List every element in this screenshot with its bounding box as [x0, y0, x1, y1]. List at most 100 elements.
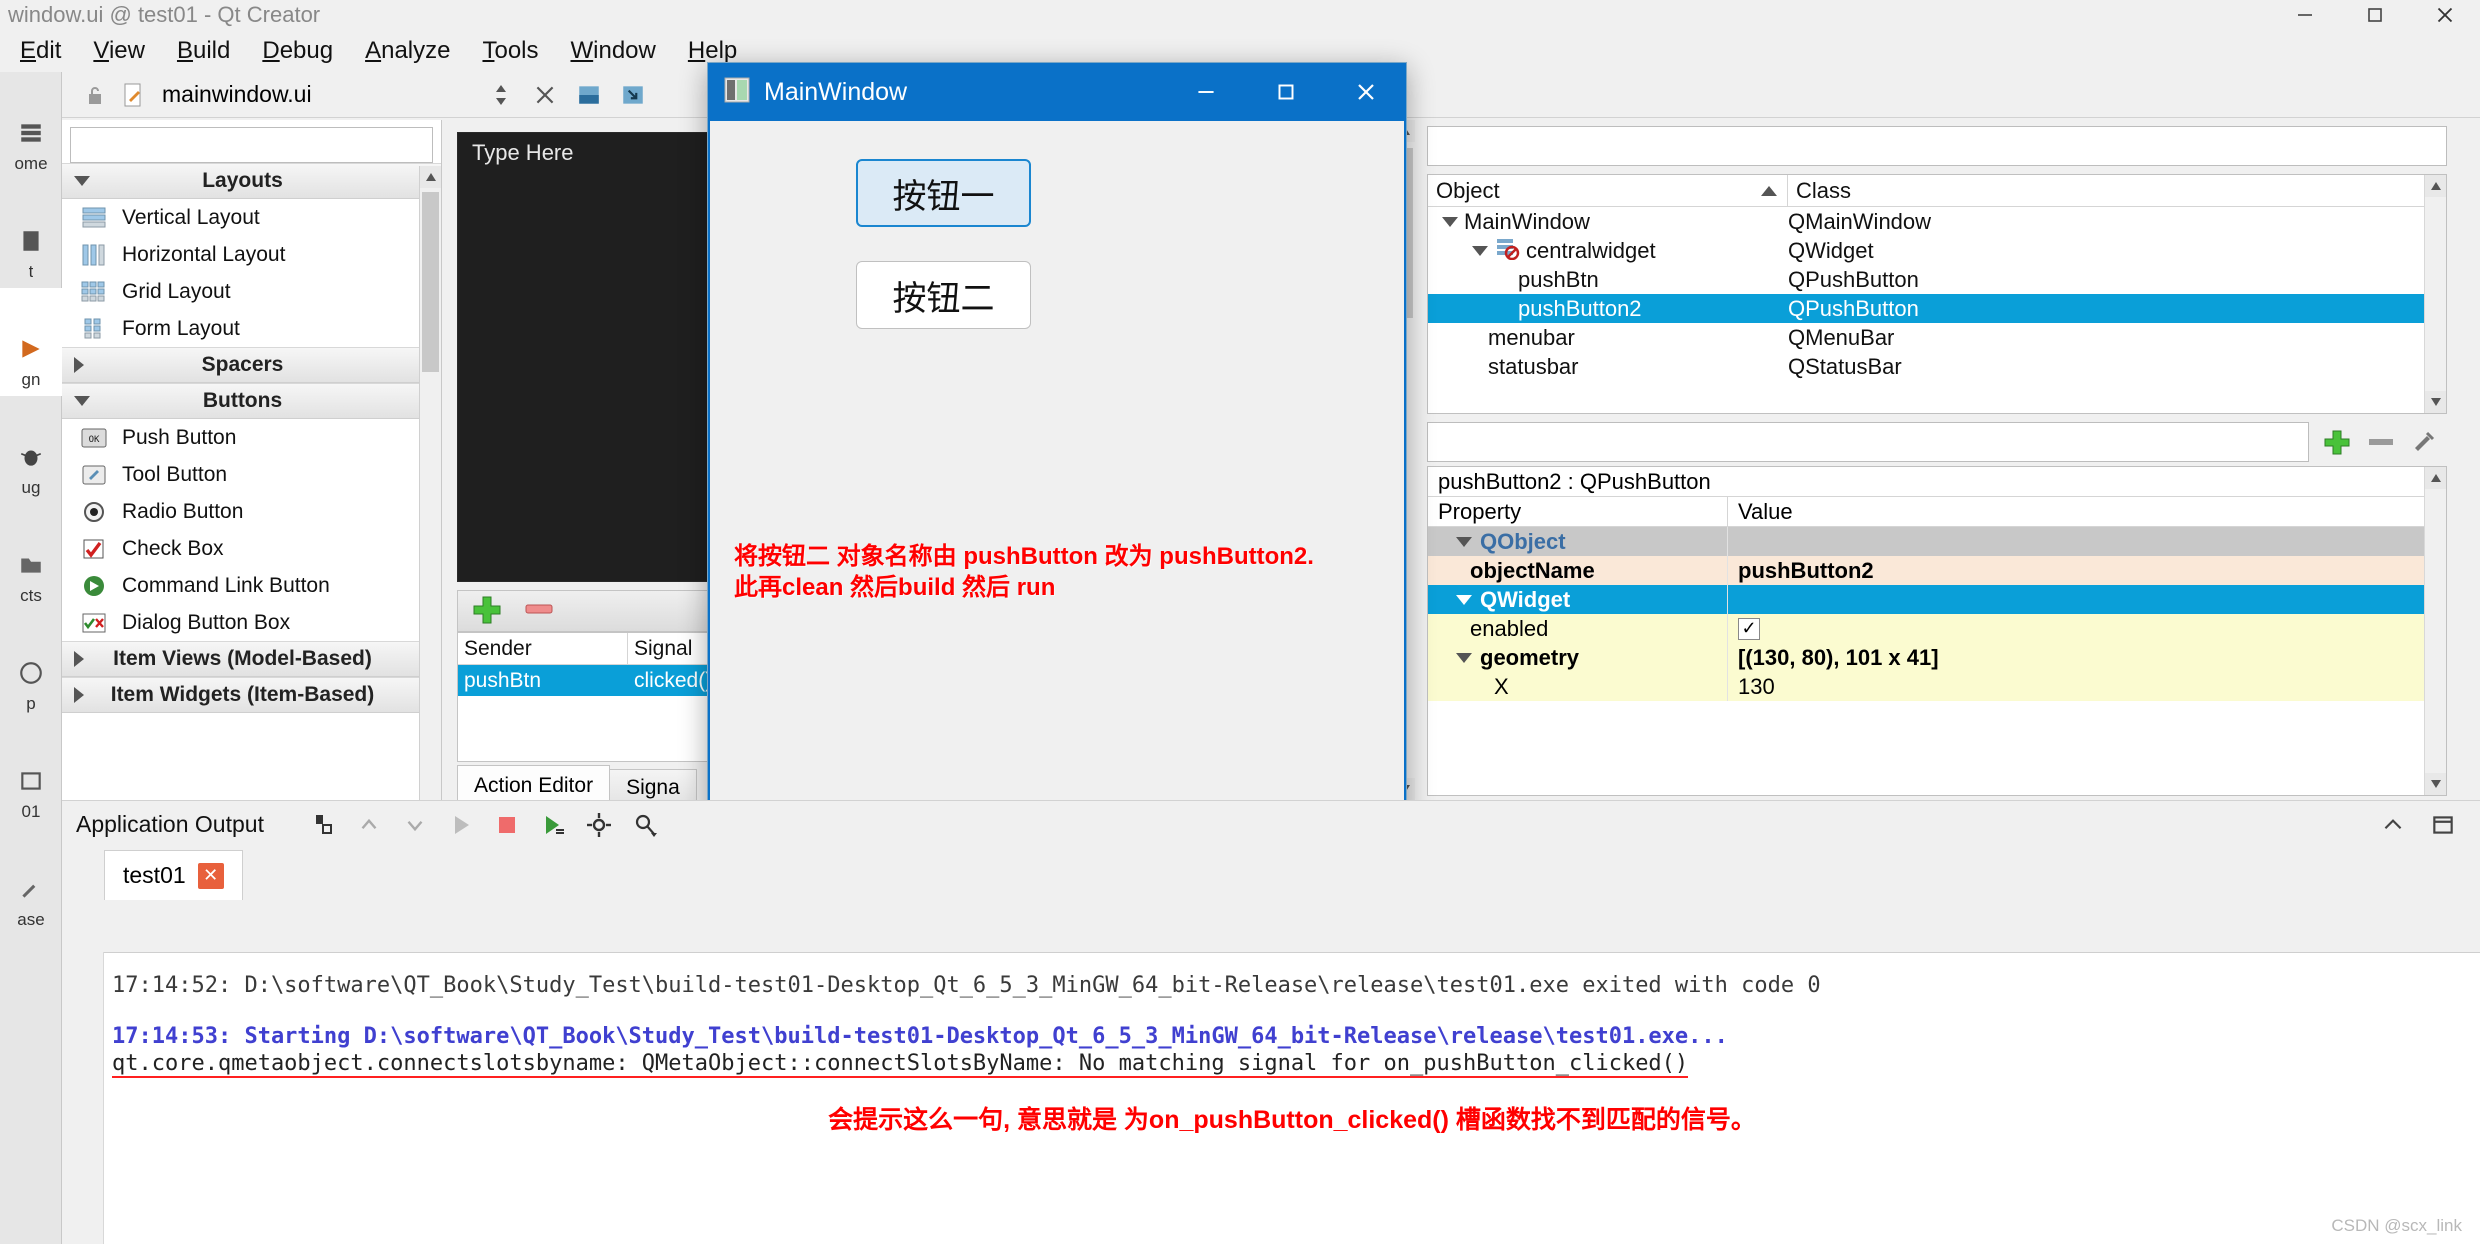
minimize-icon[interactable] — [1166, 63, 1246, 121]
split-horizontal-icon[interactable] — [570, 76, 608, 114]
widget-item-tool-button[interactable]: Tool Button — [62, 456, 441, 493]
object-tree-scrollbar[interactable] — [2424, 175, 2446, 413]
scrollbar-thumb[interactable] — [422, 192, 439, 372]
collapse-icon[interactable] — [2370, 805, 2416, 845]
mode-debug[interactable]: ug — [0, 396, 62, 504]
plus-icon[interactable] — [470, 594, 504, 629]
widget-item-horizontal-layout[interactable]: Horizontal Layout — [62, 236, 441, 273]
chevron-down-icon[interactable] — [1442, 216, 1458, 227]
table-row[interactable]: menubar QMenuBar — [1428, 323, 2446, 352]
chevron-down-icon[interactable] — [1456, 536, 1472, 547]
output-tab-test01[interactable]: test01 ✕ — [104, 850, 243, 900]
menu-edit[interactable]: Edit — [4, 35, 77, 67]
property-geometry-value[interactable]: [(130, 80), 101 x 41] — [1728, 643, 2446, 672]
widget-item-form-layout[interactable]: Form Layout — [62, 310, 441, 347]
menu-analyze[interactable]: Analyze — [349, 35, 466, 67]
minimize-icon[interactable] — [2270, 0, 2340, 30]
close-icon[interactable] — [1326, 63, 1406, 121]
mode-projects[interactable]: cts — [0, 504, 62, 612]
tab-signals-slots-editor[interactable]: Signa — [609, 769, 697, 800]
table-row-selected[interactable]: pushButton2 QPushButton — [1428, 294, 2446, 323]
table-row[interactable]: centralwidget QWidget — [1428, 236, 2446, 265]
menu-build[interactable]: Build — [161, 35, 246, 67]
widget-group-layouts[interactable]: Layouts — [62, 163, 441, 199]
clear-icon[interactable] — [300, 805, 346, 845]
property-group-qwidget[interactable]: QWidget — [1428, 585, 2446, 614]
widget-group-buttons[interactable]: Buttons — [62, 383, 441, 419]
property-enabled-value[interactable]: ✓ — [1728, 614, 2446, 643]
widget-item-vertical-layout[interactable]: Vertical Layout — [62, 199, 441, 236]
menu-debug[interactable]: Debug — [246, 35, 349, 67]
column-property[interactable]: Property — [1428, 497, 1728, 526]
menu-window[interactable]: Window — [555, 35, 672, 67]
configure-icon[interactable] — [2403, 422, 2447, 462]
widget-box-filter-input[interactable] — [70, 127, 433, 163]
property-editor-scrollbar[interactable] — [2424, 467, 2446, 795]
widget-item-command-link-button[interactable]: Command Link Button — [62, 567, 441, 604]
column-value[interactable]: Value — [1728, 497, 2446, 526]
widget-item-grid-layout[interactable]: Grid Layout — [62, 273, 441, 310]
maximize-icon[interactable] — [2340, 0, 2410, 30]
mode-help[interactable]: p — [0, 612, 62, 720]
chevron-down-icon[interactable] — [1456, 594, 1472, 605]
table-row[interactable]: statusbar QStatusBar — [1428, 352, 2446, 381]
widget-item-check-box[interactable]: Check Box — [62, 530, 441, 567]
tab-action-editor[interactable]: Action Editor — [457, 765, 611, 800]
unlocked-icon[interactable] — [80, 80, 110, 110]
property-filter-input[interactable] — [1427, 422, 2309, 462]
close-document-icon[interactable] — [526, 76, 564, 114]
maximize-pane-icon[interactable] — [2420, 805, 2466, 845]
mode-edit[interactable]: t — [0, 180, 62, 288]
scroll-up-icon[interactable] — [2425, 467, 2446, 489]
scroll-up-icon[interactable] — [2425, 175, 2446, 197]
minus-icon[interactable] — [522, 594, 556, 629]
menu-view[interactable]: View — [77, 35, 161, 67]
table-row[interactable]: MainWindow QMainWindow — [1428, 207, 2446, 236]
mode-design[interactable]: gn — [0, 288, 62, 396]
property-row-x[interactable]: X 130 — [1428, 672, 2446, 701]
scroll-up-icon[interactable] — [420, 166, 441, 188]
menu-tools[interactable]: Tools — [466, 35, 554, 67]
widget-box-scrollbar[interactable] — [419, 166, 441, 800]
maximize-icon[interactable] — [1246, 63, 1326, 121]
widget-item-dialog-button-box[interactable]: Dialog Button Box — [62, 604, 441, 641]
next-item-icon[interactable] — [392, 805, 438, 845]
property-x-value[interactable]: 130 — [1728, 672, 2446, 701]
widget-group-spacers[interactable]: Spacers — [62, 347, 441, 383]
split-vertical-icon[interactable] — [614, 76, 652, 114]
widget-group-item-widgets[interactable]: Item Widgets (Item-Based) — [62, 677, 441, 713]
widget-group-item-views[interactable]: Item Views (Model-Based) — [62, 641, 441, 677]
table-row[interactable]: pushBtn QPushButton — [1428, 265, 2446, 294]
preview-title-bar[interactable]: MainWindow — [708, 63, 1406, 121]
run-icon[interactable] — [438, 805, 484, 845]
property-row-geometry[interactable]: geometry [(130, 80), 101 x 41] — [1428, 643, 2446, 672]
column-object[interactable]: Object — [1428, 175, 1788, 206]
object-filter-input[interactable] — [1427, 126, 2447, 166]
plus-icon[interactable] — [2315, 422, 2359, 462]
chevron-down-icon[interactable] — [1472, 245, 1488, 256]
mainwindow-preview-dialog[interactable]: MainWindow 按钮一 按钮二 将按钮二 对象名称由 pushButton… — [707, 62, 1407, 822]
minus-icon[interactable] — [2359, 422, 2403, 462]
close-icon[interactable] — [2410, 0, 2480, 30]
mode-build-config[interactable]: ase — [0, 828, 62, 936]
enabled-checkbox[interactable]: ✓ — [1738, 617, 1760, 640]
prev-item-icon[interactable] — [346, 805, 392, 845]
property-objectname-value[interactable]: pushButton2 — [1728, 556, 2446, 585]
chevron-down-icon[interactable] — [1456, 652, 1472, 663]
widget-item-push-button[interactable]: OK Push Button — [62, 419, 441, 456]
mode-project-kit[interactable]: 01 — [0, 720, 62, 828]
updown-arrows-icon[interactable] — [482, 76, 520, 114]
widget-item-radio-button[interactable]: Radio Button — [62, 493, 441, 530]
preview-push-button-1[interactable]: 按钮一 — [856, 159, 1031, 227]
scroll-down-icon[interactable] — [2425, 773, 2446, 795]
mode-welcome[interactable]: ome — [0, 72, 62, 180]
property-row-enabled[interactable]: enabled ✓ — [1428, 614, 2446, 643]
run-debug-icon[interactable] — [530, 805, 576, 845]
settings-icon[interactable] — [576, 805, 622, 845]
preview-push-button-2[interactable]: 按钮二 — [856, 261, 1031, 329]
property-group-qobject[interactable]: QObject — [1428, 527, 2446, 556]
column-class[interactable]: Class — [1788, 175, 2446, 206]
property-row-objectname[interactable]: objectName pushButton2 — [1428, 556, 2446, 585]
scroll-down-icon[interactable] — [2425, 391, 2446, 413]
stop-icon[interactable] — [484, 805, 530, 845]
